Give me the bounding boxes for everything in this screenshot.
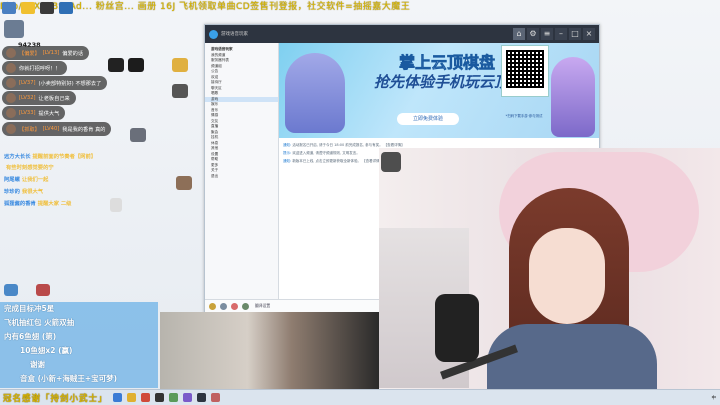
promo-banner[interactable]: 掌上云顶棋盘 抢先体验手机玩云顶 立即免费体验 *扫码下载手游·参与测试	[279, 43, 599, 138]
info-line: 完成目标冲5星	[4, 304, 55, 313]
taskbar-app-icon[interactable]	[112, 393, 122, 402]
tree-item[interactable]: 游戏语音玩家	[205, 43, 278, 53]
avatar	[6, 108, 16, 118]
desktop-app-icon[interactable]	[4, 20, 24, 38]
banner-title: 掌上云顶棋盘	[399, 53, 496, 73]
desktop-app-icon[interactable]	[108, 58, 124, 72]
toolbar-label[interactable]: 翻译设置	[255, 303, 270, 309]
chat-line: 珍珍的 我很大气	[4, 189, 44, 195]
avatar	[6, 124, 16, 134]
gift-icon[interactable]	[231, 302, 238, 310]
app-icon[interactable]	[2, 2, 16, 14]
qr-caption: *扫码下载手游·参与测试	[505, 114, 543, 118]
chat-line: 阿尾螺 让我们一起	[4, 177, 49, 183]
maximize-button[interactable]: □	[569, 28, 581, 40]
chat-line: 有些时刻感觉要的宁	[6, 165, 54, 171]
streamer-shirt	[487, 324, 657, 390]
app-icon[interactable]	[40, 2, 54, 14]
avatar	[6, 78, 16, 88]
character-art	[285, 53, 345, 133]
system-message: 通知: 新版本已上线, 点击立即更新获取全新体验。 【查看详情】	[283, 159, 384, 163]
window-titlebar[interactable]: 游戏语音玩家 ⌂ ⚙ ≡ – □ ×	[205, 25, 599, 43]
chat-bubble: 【抓取】 [LV40] 我是我的香肯 真的	[2, 122, 112, 136]
chat-bubble: [LV33] 提供大气	[2, 106, 66, 120]
streamer-face	[529, 228, 605, 324]
chat-bubble: [LV37] (小卖部特别好) 不想那去了	[2, 76, 108, 90]
info-line: 谢谢	[30, 360, 45, 369]
taskbar-app-icon[interactable]	[210, 393, 220, 402]
banner-subtitle: 抢先体验手机玩云顶	[374, 73, 510, 91]
webcam-feed	[379, 148, 720, 390]
taskbar-app-icon[interactable]	[196, 393, 206, 402]
taskbar-app-icon[interactable]	[126, 393, 136, 402]
microphone	[435, 294, 479, 362]
taskbar-app-icon[interactable]	[154, 393, 164, 402]
avatar	[6, 48, 16, 58]
character-art	[551, 57, 595, 137]
info-line: 飞机抽红包 火箭双抽	[4, 318, 75, 327]
taskbar: 冠名感谢「持剑小武士」 中	[0, 389, 720, 405]
desktop-app-icon[interactable]	[130, 128, 146, 142]
taskbar-app-icon[interactable]	[140, 393, 150, 402]
channel-tree: 游戏语音玩家 我的频道 服务器列表 频道组 公告 欢迎 接待厅 聊天区 唱歌 游…	[205, 43, 279, 313]
app-icon[interactable]	[21, 2, 35, 14]
desktop-app-icon[interactable]	[4, 284, 18, 296]
desktop-app-icon[interactable]	[176, 176, 192, 190]
chat-line: 远方大长长 提醒前面的节奏者【网前】	[4, 154, 97, 160]
app-logo-icon	[209, 29, 218, 39]
taskbar-app-icon[interactable]	[168, 393, 178, 402]
menu-icon[interactable]: ≡	[541, 28, 553, 40]
image-icon[interactable]	[220, 302, 227, 310]
avatar	[6, 93, 16, 103]
desktop-app-icon[interactable]	[110, 198, 122, 212]
close-button[interactable]: ×	[583, 28, 595, 40]
settings-icon[interactable]: ⚙	[527, 28, 539, 40]
chat-bubble: [LV32] 让老板自己来	[2, 91, 76, 105]
free-trial-button[interactable]: 立即免费体验	[397, 113, 459, 125]
qr-code	[501, 45, 549, 97]
record-icon[interactable]	[242, 302, 249, 310]
info-line: 10鱼翅x2 (赢)	[20, 346, 73, 355]
system-message: 提示: 欢迎进入频道, 请遵守频道规则, 文明发言。	[283, 151, 360, 155]
desktop-app-icon[interactable]	[36, 284, 50, 296]
avatar	[6, 63, 16, 73]
tree-item[interactable]: 退出	[205, 174, 278, 180]
info-line: 音盒 (小新+海贼王+宝可梦)	[20, 374, 118, 383]
wall-picture	[381, 152, 401, 172]
desktop-app-icon[interactable]	[128, 58, 144, 72]
home-icon[interactable]: ⌂	[513, 28, 525, 40]
secondary-video-strip	[160, 312, 379, 390]
desktop-app-icon[interactable]	[172, 84, 188, 98]
taskbar-app-icon[interactable]	[182, 393, 192, 402]
desktop-app-icon[interactable]	[172, 58, 188, 72]
emoji-icon[interactable]	[209, 302, 216, 310]
chat-bubble: 你就打招呼呀！！	[2, 61, 67, 75]
app-icon[interactable]	[59, 2, 73, 14]
info-line: 内有6鱼翅 (第)	[4, 332, 57, 341]
input-method-indicator[interactable]: 中	[712, 395, 717, 401]
chat-bubble: 【偏爱】 [LV13] 偏爱的话	[2, 46, 90, 60]
chat-line: 狐狸酱的香肯 提醒大家 二级	[4, 201, 72, 207]
sponsor-label: 冠名感谢「持剑小武士」	[3, 393, 108, 404]
minimize-button[interactable]: –	[555, 28, 567, 40]
scrolling-marquee: Ebb/SFX/OBS_Ad... 粉丝宫... 画册 16J 飞机领取单曲CD…	[0, 2, 411, 12]
window-title: 游戏语音玩家	[221, 32, 248, 37]
top-icon-strip	[2, 2, 73, 14]
goal-info-panel: 完成目标冲5星 飞机抽红包 火箭双抽 内有6鱼翅 (第) 10鱼翅x2 (赢) …	[0, 302, 158, 388]
